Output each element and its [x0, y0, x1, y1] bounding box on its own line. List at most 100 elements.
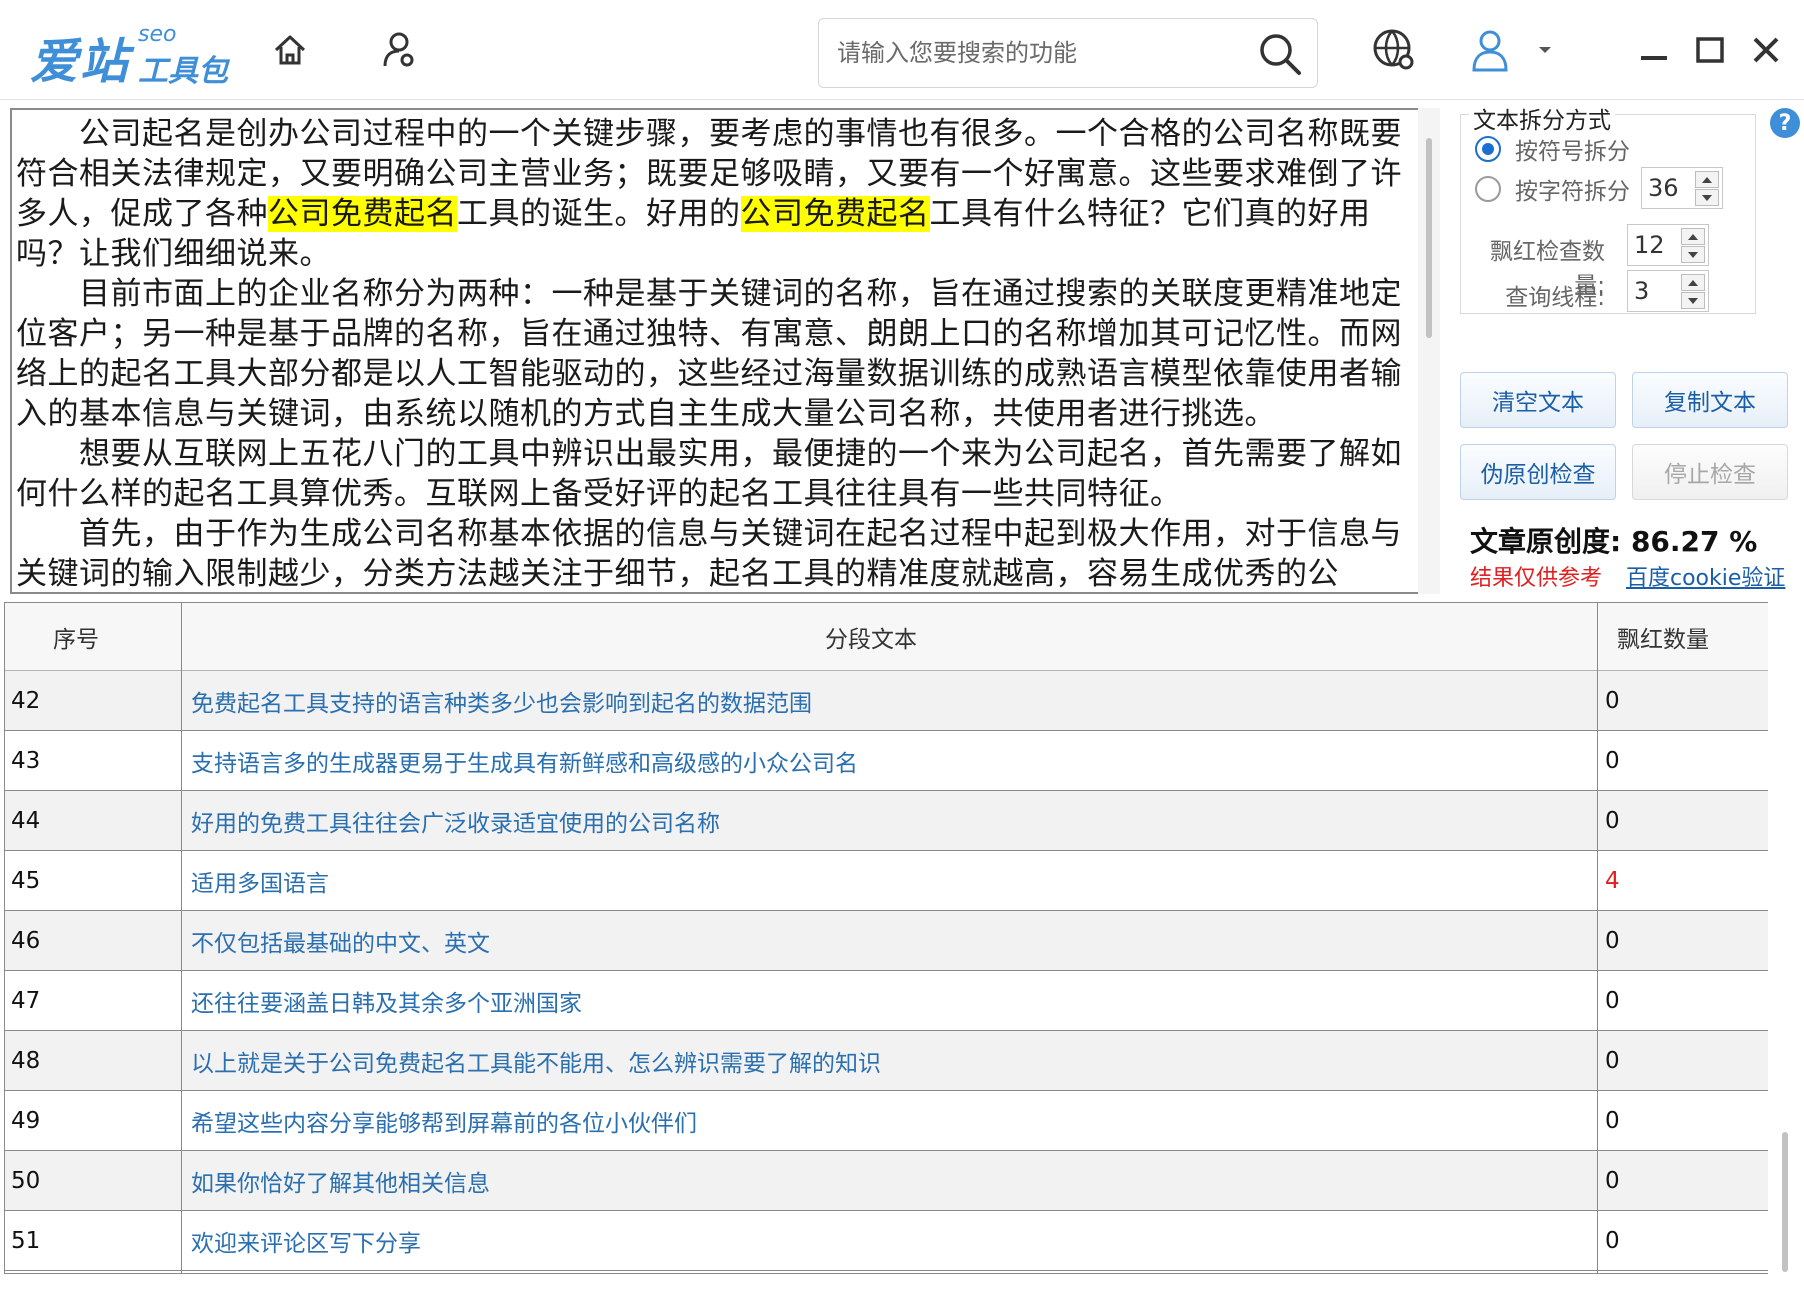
table-row[interactable]: 51 欢迎来评论区写下分享 0	[5, 1211, 1769, 1271]
text-run: 想要从互联网上五花八门的工具中辨识出最实用，最便捷的一个来为公司起名，首先需要了…	[16, 436, 1402, 512]
search-icon[interactable]	[1257, 31, 1303, 77]
char-count-input[interactable]	[1648, 172, 1692, 204]
app-logo: 爱站 seo 工具包	[30, 18, 230, 90]
close-icon	[1753, 37, 1779, 63]
row-index: 45	[11, 868, 41, 894]
baidu-cookie-link[interactable]: 百度cookie验证	[1626, 560, 1785, 592]
article-editor[interactable]: 公司起名是创办公司过程中的一个关键步骤，要考虑的事情也有很多。一个合格的公司名称…	[10, 108, 1440, 594]
chevron-down-icon	[1539, 47, 1551, 53]
column-divider	[181, 603, 182, 1273]
home-button[interactable]	[268, 28, 312, 72]
originality-label: 文章原创度:	[1470, 525, 1622, 558]
radio-selected-icon	[1475, 136, 1501, 162]
maximize-button[interactable]	[1688, 28, 1732, 72]
row-red-count: 4	[1605, 868, 1620, 894]
arrow-up-icon	[1702, 176, 1712, 183]
highlight-keyword: 公司免费起名	[268, 196, 457, 232]
row-index: 47	[11, 988, 41, 1014]
threads-input[interactable]	[1634, 275, 1678, 307]
table-row[interactable]: 48 以上就是关于公司免费起名工具能不能用、怎么辨识需要了解的知识 0	[5, 1031, 1769, 1091]
account-dropdown[interactable]	[1530, 28, 1560, 72]
table-row[interactable]: 43 支持语言多的生成器更易于生成具有新鲜感和高级感的小众公司名 0	[5, 731, 1769, 791]
user-icon	[1472, 30, 1508, 72]
pseudo-original-check-button[interactable]: 伪原创检查	[1460, 444, 1616, 500]
row-segment-text[interactable]: 还往往要涵盖日韩及其余多个亚洲国家	[191, 971, 1591, 1031]
row-segment-text[interactable]: 适用多国语言	[191, 851, 1591, 911]
text-run: 首先，由于作为生成公司名称基本依据的信息与关键词在起名过程中起到极大作用，对于信…	[16, 516, 1402, 592]
table-scroll-thumb[interactable]	[1782, 1132, 1788, 1272]
title-bar: 爱站 seo 工具包	[0, 0, 1804, 100]
table-header: 序号 分段文本 飘红数量	[5, 603, 1769, 671]
clear-text-button[interactable]: 清空文本	[1460, 372, 1616, 428]
copy-text-button[interactable]: 复制文本	[1632, 372, 1788, 428]
minimize-button[interactable]	[1632, 28, 1676, 72]
col-header-text[interactable]: 分段文本	[825, 603, 917, 671]
logo-sub: 工具包	[138, 54, 228, 89]
stop-check-button[interactable]: 停止检查	[1632, 444, 1788, 500]
editor-scroll-thumb[interactable]	[1426, 138, 1432, 338]
row-index: 46	[11, 928, 41, 954]
table-row[interactable]: 45 适用多国语言 4	[5, 851, 1769, 911]
stepper-up[interactable]	[1681, 274, 1705, 291]
user-tool-button[interactable]	[376, 28, 420, 72]
row-red-count: 0	[1605, 1048, 1620, 1074]
check-settings-group: 飘红检查数量: 查询线程:	[1460, 212, 1756, 314]
search-input[interactable]	[837, 29, 1237, 77]
check-count-input[interactable]	[1634, 229, 1678, 261]
row-index: 48	[11, 1048, 41, 1074]
logo-seo: seo	[138, 22, 177, 47]
column-divider	[1597, 603, 1598, 1273]
row-red-count: 0	[1605, 1108, 1620, 1134]
stepper-down[interactable]	[1681, 246, 1705, 263]
char-count-stepper[interactable]	[1641, 167, 1723, 209]
paragraph: 目前市面上的企业名称分为两种：一种是基于关键词的名称，旨在通过搜索的关联度更精准…	[16, 274, 1416, 434]
row-segment-text[interactable]: 支持语言多的生成器更易于生成具有新鲜感和高级感的小众公司名	[191, 731, 1591, 791]
reference-note: 结果仅供参考	[1470, 566, 1603, 591]
radio-split-by-symbol[interactable]: 按符号拆分	[1475, 133, 1775, 165]
search-box[interactable]	[818, 18, 1318, 88]
highlight-keyword: 公司免费起名	[740, 196, 930, 232]
arrow-up-icon	[1688, 279, 1698, 286]
table-scrollbar[interactable]	[1768, 602, 1804, 1274]
threads-label: 查询线程:	[1505, 285, 1605, 311]
table-row[interactable]: 49 希望这些内容分享能够帮到屏幕前的各位小伙伴们 0	[5, 1091, 1769, 1151]
stepper-down[interactable]	[1695, 189, 1719, 206]
app-window: 爱站 seo 工具包 请输入您要搜索的功能 公司起名是创办公司过程中的一个关键步…	[0, 0, 1804, 1296]
row-index: 50	[11, 1168, 41, 1194]
editor-scrollbar[interactable]	[1418, 108, 1440, 594]
row-segment-text[interactable]: 好用的免费工具往往会广泛收录适宜使用的公司名称	[191, 791, 1591, 851]
row-segment-text[interactable]: 欢迎来评论区写下分享	[191, 1211, 1591, 1271]
col-header-index[interactable]: 序号	[53, 603, 99, 671]
stepper-up[interactable]	[1681, 228, 1705, 245]
row-red-count: 0	[1605, 928, 1620, 954]
row-index: 43	[11, 748, 41, 774]
row-segment-text[interactable]: 以上就是关于公司免费起名工具能不能用、怎么辨识需要了解的知识	[191, 1031, 1591, 1091]
row-segment-text[interactable]: 不仅包括最基础的中文、英文	[191, 911, 1591, 971]
arrow-down-icon	[1702, 194, 1712, 201]
table-row[interactable]: 47 还往往要涵盖日韩及其余多个亚洲国家 0	[5, 971, 1769, 1031]
stepper-up[interactable]	[1695, 171, 1719, 188]
table-row[interactable]: 50 如果你恰好了解其他相关信息 0	[5, 1151, 1769, 1211]
user-gear-icon	[383, 32, 414, 67]
globe-gear-icon	[1373, 29, 1414, 70]
table-row[interactable]: 42 免费起名工具支持的语言种类多少也会影响到起名的数据范围 0	[5, 671, 1769, 731]
row-segment-text[interactable]: 如果你恰好了解其他相关信息	[191, 1151, 1591, 1211]
row-index: 42	[11, 688, 41, 714]
row-segment-text[interactable]: 免费起名工具支持的语言种类多少也会影响到起名的数据范围	[191, 671, 1591, 731]
stepper-down[interactable]	[1681, 292, 1705, 309]
browser-button[interactable]	[1372, 28, 1416, 72]
article-text[interactable]: 公司起名是创办公司过程中的一个关键步骤，要考虑的事情也有很多。一个合格的公司名称…	[16, 114, 1416, 592]
radio-unselected-icon	[1475, 176, 1501, 202]
row-segment-text[interactable]: 希望这些内容分享能够帮到屏幕前的各位小伙伴们	[191, 1091, 1591, 1151]
threads-stepper[interactable]	[1627, 270, 1709, 312]
text-run: 目前市面上的企业名称分为两种：一种是基于关键词的名称，旨在通过搜索的关联度更精准…	[16, 276, 1402, 432]
close-button[interactable]	[1744, 28, 1788, 72]
settings-panel: ? 文本拆分方式 按符号拆分 按字符拆分 飘红检查数量:	[1446, 101, 1804, 599]
check-count-stepper[interactable]	[1627, 224, 1709, 266]
arrow-down-icon	[1688, 251, 1698, 258]
account-button[interactable]	[1468, 28, 1512, 72]
radio-split-by-char[interactable]: 按字符拆分	[1475, 173, 1775, 205]
table-row[interactable]: 44 好用的免费工具往往会广泛收录适宜使用的公司名称 0	[5, 791, 1769, 851]
col-header-count[interactable]: 飘红数量	[1617, 603, 1709, 671]
table-row[interactable]: 46 不仅包括最基础的中文、英文 0	[5, 911, 1769, 971]
